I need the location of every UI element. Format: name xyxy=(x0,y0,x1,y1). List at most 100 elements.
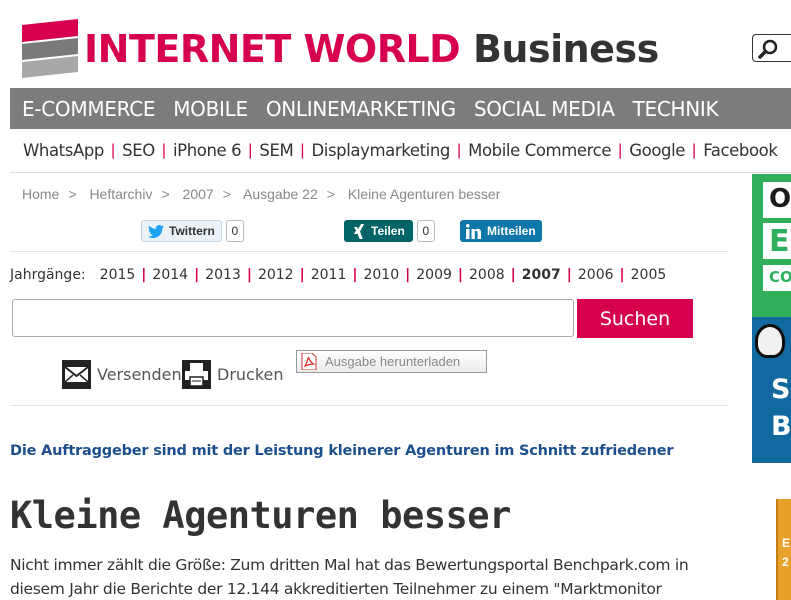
ad-text: E xyxy=(769,224,790,259)
separator: | xyxy=(457,267,464,283)
breadcrumb: Home > Heftarchiv > 2007 > Ausgabe 22 > Klei… xyxy=(22,186,500,202)
site-header: INTERNET WORLD Business xyxy=(0,0,791,88)
separator: | xyxy=(300,141,305,159)
printer-icon xyxy=(182,360,211,389)
year-2005[interactable]: 2005 xyxy=(631,267,667,283)
separator: | xyxy=(161,141,166,159)
logo-mark-icon xyxy=(22,19,78,78)
logo-text-business: Business xyxy=(472,27,659,71)
year-2011[interactable]: 2011 xyxy=(311,267,347,283)
separator: | xyxy=(405,267,411,283)
ad-character-icon xyxy=(755,324,785,358)
year-2009[interactable]: 2009 xyxy=(416,267,452,283)
topic-sem[interactable]: SEM xyxy=(259,141,293,160)
breadcrumb-year[interactable]: 2007 xyxy=(183,186,214,202)
topic-whatsapp[interactable]: WhatsApp xyxy=(23,141,104,160)
main-nav-onlinemarketing[interactable]: ONLINEMARKETING xyxy=(266,97,456,121)
twitter-bird-icon xyxy=(148,224,164,238)
separator: | xyxy=(510,267,516,283)
breadcrumb-separator: > xyxy=(68,186,77,202)
year-2010[interactable]: 2010 xyxy=(363,267,399,283)
twitter-share: Twittern 0 xyxy=(141,220,244,242)
separator: | xyxy=(456,141,462,159)
breadcrumb-current: Kleine Agenturen besser xyxy=(347,186,501,202)
download-issue-button[interactable]: Ausgabe herunterladen xyxy=(296,350,487,373)
article-headline: Kleine Agenturen besser xyxy=(10,494,511,537)
xing-icon xyxy=(354,223,365,239)
envelope-icon xyxy=(62,360,91,389)
linkedin-icon xyxy=(466,223,481,239)
logo-text-brand: INTERNET WORLD xyxy=(84,27,461,71)
print-label: Drucken xyxy=(217,365,284,384)
search-submit-button[interactable]: Suchen xyxy=(577,299,693,338)
separator: | xyxy=(299,267,305,283)
year-2008[interactable]: 2008 xyxy=(469,267,505,283)
pdf-icon xyxy=(301,353,317,370)
separator: | xyxy=(246,267,252,283)
topic-displaymarketing[interactable]: Displaymarketing xyxy=(311,141,450,160)
ad-book-text: E xyxy=(782,536,791,550)
download-issue-label: Ausgabe herunterladen xyxy=(325,354,461,369)
separator: | xyxy=(619,267,625,283)
ad-text: S xyxy=(771,374,791,405)
divider xyxy=(10,251,728,252)
topic-nav: WhatsApp | SEO | iPhone 6 | SEM | Displaymar… xyxy=(10,129,791,173)
article-teaser: Die Auftraggeber sind mit der Leistung k… xyxy=(10,443,674,459)
breadcrumb-issue[interactable]: Ausgabe 22 xyxy=(243,186,318,202)
breadcrumb-separator: > xyxy=(161,186,170,202)
topic-facebook[interactable]: Facebook xyxy=(703,141,778,160)
topic-seo[interactable]: SEO xyxy=(122,141,155,160)
xing-button[interactable]: Teilen xyxy=(344,220,413,242)
separator: | xyxy=(352,267,358,283)
year-2012[interactable]: 2012 xyxy=(258,267,294,283)
print-link[interactable]: Drucken xyxy=(182,360,284,389)
year-filter: Jahrgänge: 2015 | 2014 | 2013 | 2012 | 2011 |… xyxy=(10,267,666,283)
sidebar-ad-banner[interactable]: O E CO S B E 2 xyxy=(752,174,791,600)
main-nav-ecommerce[interactable]: E-COMMERCE xyxy=(22,97,156,121)
main-nav: E-COMMERCE MOBILE ONLINEMARKETING SOCIAL… xyxy=(10,88,791,129)
ad-text: CO xyxy=(769,268,791,286)
send-label: Versenden xyxy=(97,365,182,384)
separator: | xyxy=(692,141,697,159)
linkedin-share: Mitteilen xyxy=(460,220,542,242)
year-2006[interactable]: 2006 xyxy=(578,267,614,283)
twitter-label: Twittern xyxy=(169,224,215,238)
header-search-button[interactable] xyxy=(752,34,791,62)
linkedin-button[interactable]: Mitteilen xyxy=(460,220,542,242)
year-2015[interactable]: 2015 xyxy=(100,267,136,283)
ad-text: B xyxy=(771,411,791,442)
separator: | xyxy=(248,141,253,159)
linkedin-label: Mitteilen xyxy=(487,224,536,238)
logo-text: INTERNET WORLD Business xyxy=(84,25,659,73)
breadcrumb-separator: > xyxy=(222,186,231,202)
xing-count: 0 xyxy=(416,220,435,242)
separator: | xyxy=(194,267,200,283)
twitter-button[interactable]: Twittern xyxy=(141,220,222,242)
main-nav-mobile[interactable]: MOBILE xyxy=(173,97,248,121)
search-icon xyxy=(758,39,778,59)
breadcrumb-heftarchiv[interactable]: Heftarchiv xyxy=(89,186,152,202)
breadcrumb-home[interactable]: Home xyxy=(22,186,59,202)
xing-label: Teilen xyxy=(371,224,405,238)
breadcrumb-separator: > xyxy=(326,186,335,202)
year-2007[interactable]: 2007 xyxy=(522,267,561,283)
separator: | xyxy=(141,267,147,283)
main-nav-technik[interactable]: TECHNIK xyxy=(633,97,719,121)
main-nav-social-media[interactable]: SOCIAL MEDIA xyxy=(474,97,615,121)
topic-google[interactable]: Google xyxy=(629,141,685,160)
year-2014[interactable]: 2014 xyxy=(152,267,188,283)
archive-search-input[interactable] xyxy=(12,299,574,337)
divider xyxy=(10,405,728,406)
ad-text: O xyxy=(769,184,791,214)
site-logo[interactable]: INTERNET WORLD Business xyxy=(22,19,659,78)
ad-book-text: 2 xyxy=(782,555,789,569)
topic-iphone6[interactable]: iPhone 6 xyxy=(173,141,242,160)
twitter-count: 0 xyxy=(225,220,244,242)
year-2013[interactable]: 2013 xyxy=(205,267,241,283)
separator: | xyxy=(618,141,623,159)
separator: | xyxy=(566,267,572,283)
send-link[interactable]: Versenden xyxy=(62,360,182,389)
year-filter-label: Jahrgänge: xyxy=(10,267,86,283)
topic-mobile-commerce[interactable]: Mobile Commerce xyxy=(468,141,611,160)
xing-share: Teilen 0 xyxy=(344,220,435,242)
